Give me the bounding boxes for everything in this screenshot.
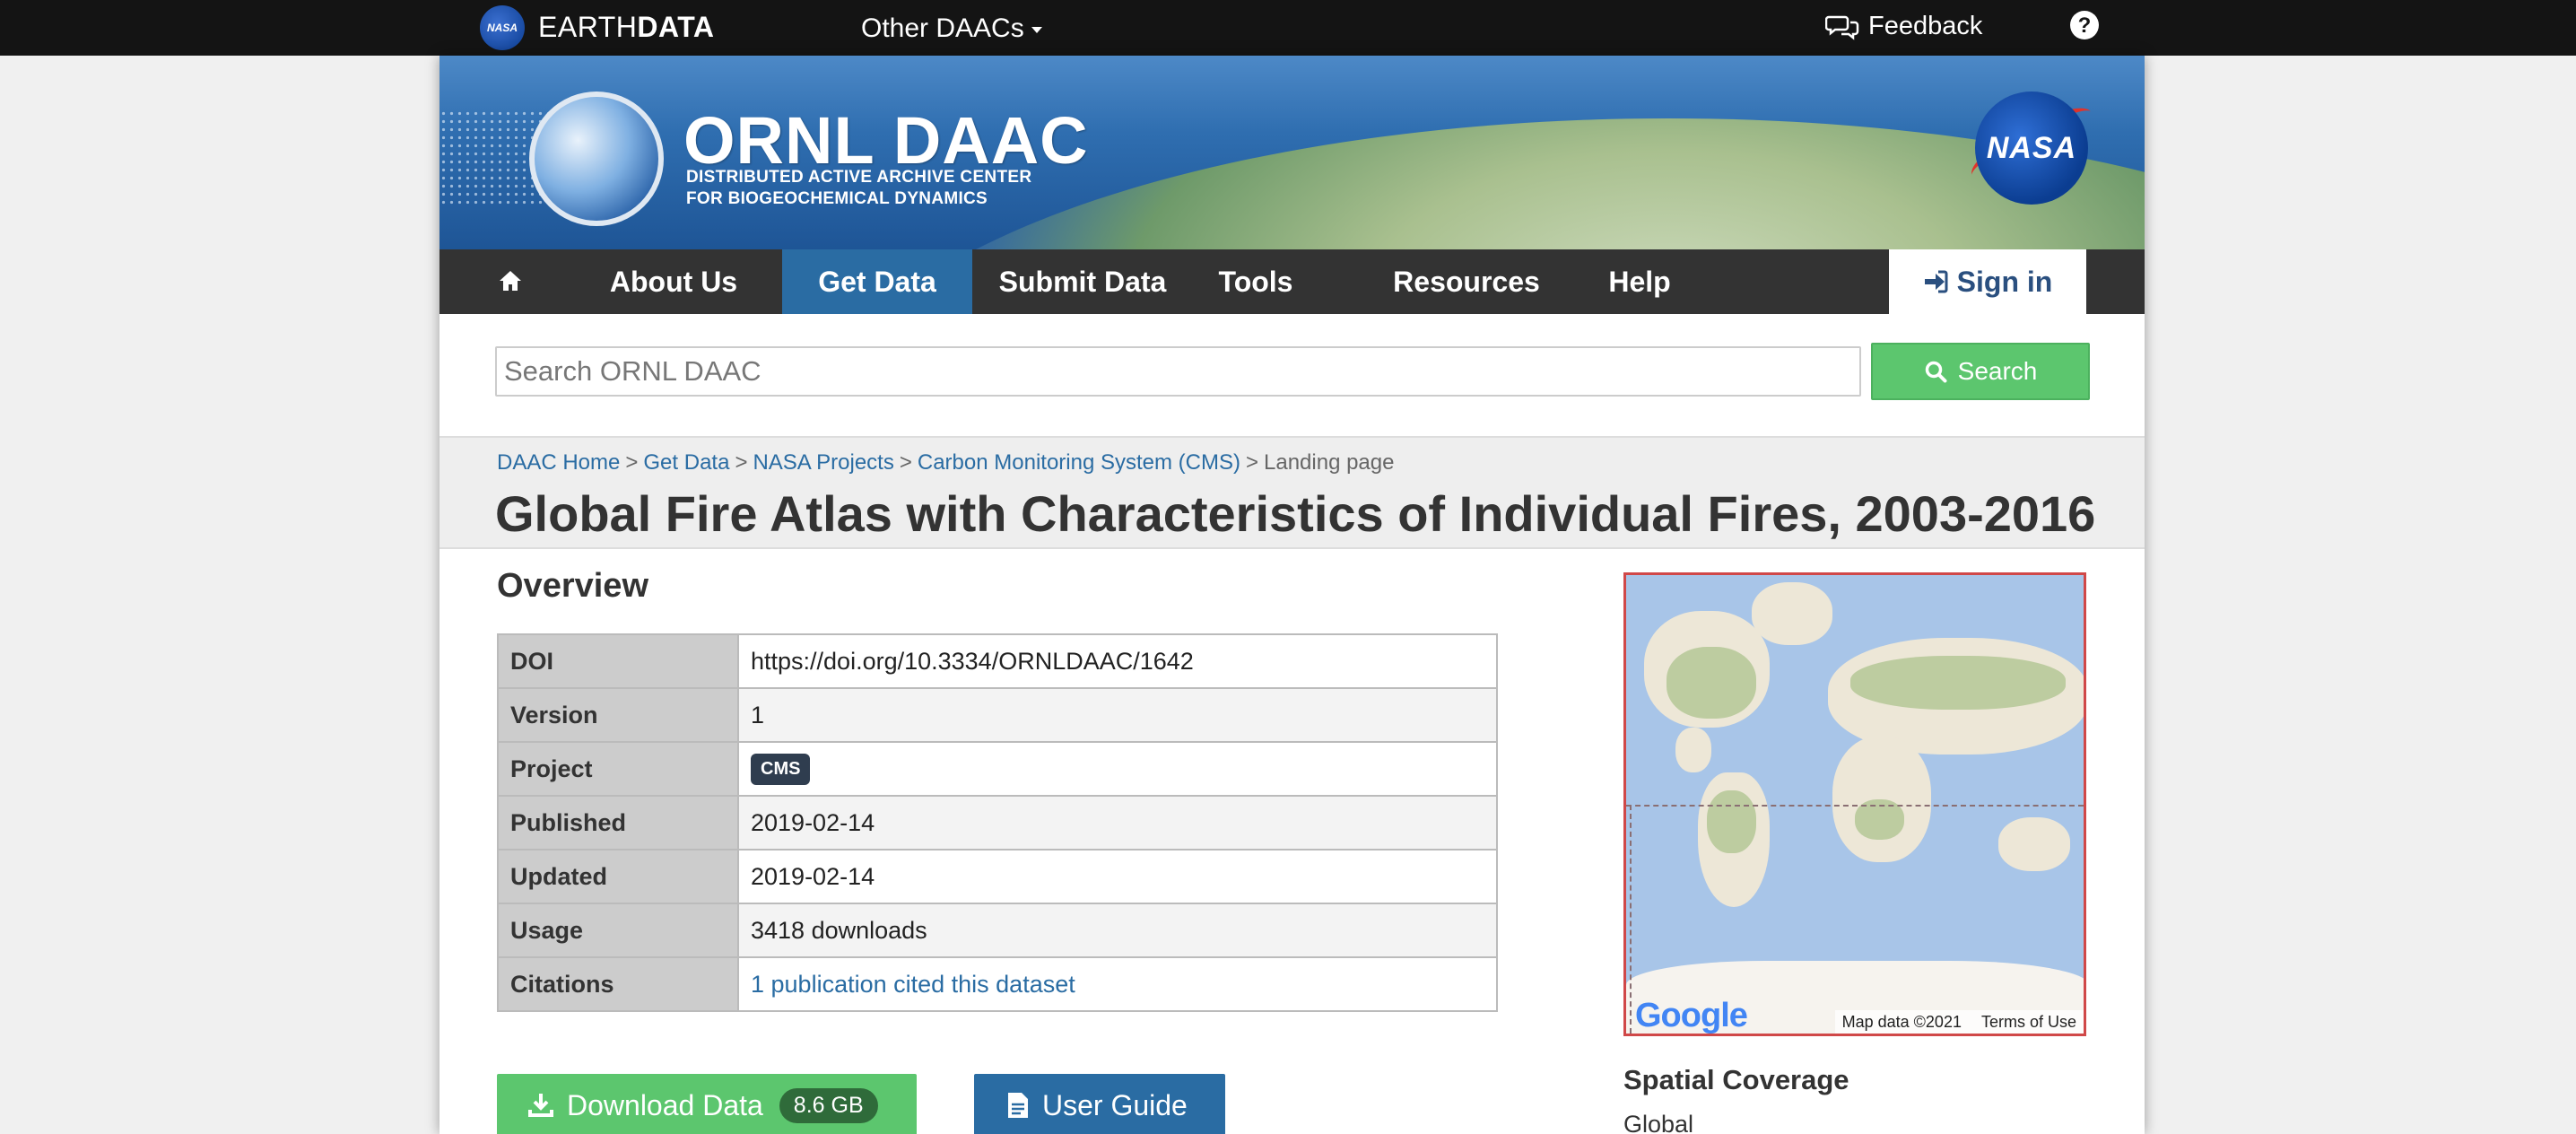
nasa-logo-icon[interactable]: NASA — [480, 5, 525, 50]
overview-table: DOI https://doi.org/10.3334/ORNLDAAC/1642… — [497, 633, 1498, 1012]
other-daacs-dropdown[interactable]: Other DAACs — [861, 13, 1042, 44]
doi-value: https://doi.org/10.3334/ORNLDAAC/1642 — [737, 633, 1498, 689]
row-label: DOI — [497, 633, 739, 689]
citations-link[interactable]: 1 publication cited this dataset — [751, 971, 1075, 998]
google-logo: Google — [1635, 997, 1748, 1034]
google-wordmark: Google — [1635, 997, 1748, 1034]
map-veg-north-america — [1667, 647, 1756, 719]
spatial-coverage-heading: Spatial Coverage — [1623, 1064, 1849, 1095]
page-container: ORNL DAAC DISTRIBUTED ACTIVE ARCHIVE CEN… — [439, 56, 2145, 1134]
nav-resources[interactable]: Resources — [1381, 249, 1552, 314]
nasa-meatball-logo[interactable]: NASA — [1975, 92, 2088, 205]
download-label: Download Data — [567, 1088, 763, 1121]
table-row: Citations 1 publication cited this datase… — [497, 956, 1498, 1012]
coverage-boundary-line — [1626, 805, 2084, 807]
sign-in-label: Sign in — [1956, 265, 2053, 298]
other-daacs-label: Other DAACs — [861, 13, 1024, 43]
published-value: 2019-02-14 — [737, 795, 1498, 850]
earthdata-topbar: NASA EARTHDATA Other DAACs Feedback ? — [0, 0, 2576, 56]
breadcrumb-current: Landing page — [1264, 450, 1395, 475]
search-button-label: Search — [1957, 357, 2038, 385]
search-icon — [1925, 361, 1947, 383]
project-cell: CMS — [737, 741, 1498, 797]
nav-tools[interactable]: Tools — [1202, 249, 1310, 314]
nav-submit-data[interactable]: Submit Data — [978, 249, 1188, 314]
ornl-banner: ORNL DAAC DISTRIBUTED ACTIVE ARCHIVE CEN… — [439, 56, 2145, 249]
breadcrumb-separator: > — [625, 450, 639, 475]
overview-heading: Overview — [497, 567, 648, 605]
nav-about-us[interactable]: About Us — [580, 249, 767, 314]
table-row: Published 2019-02-14 — [497, 795, 1498, 850]
citations-cell: 1 publication cited this dataset — [737, 956, 1498, 1012]
feedback-link[interactable]: Feedback — [1825, 12, 1982, 41]
earthdata-brand[interactable]: EARTHDATA — [538, 11, 715, 44]
chat-bubbles-icon — [1825, 15, 1859, 40]
help-icon[interactable]: ? — [2070, 11, 2099, 39]
spatial-coverage-value: Global — [1623, 1111, 1694, 1134]
title-band: DAAC Home > Get Data > NASA Projects > Carbon … — [439, 436, 2145, 549]
table-row: DOI https://doi.org/10.3334/ORNLDAAC/1642 — [497, 633, 1498, 689]
home-icon[interactable] — [498, 269, 523, 292]
updated-value: 2019-02-14 — [737, 849, 1498, 904]
row-label: Citations — [497, 956, 739, 1012]
map-veg-south-america — [1707, 790, 1756, 853]
download-icon — [528, 1094, 553, 1117]
nasa-logo-text: NASA — [486, 22, 518, 34]
row-label: Published — [497, 795, 739, 850]
search-button[interactable]: Search — [1871, 343, 2090, 400]
table-row: Updated 2019-02-14 — [497, 849, 1498, 904]
map-attribution: Map data ©2021 Terms of Use — [1834, 1010, 2084, 1034]
feedback-label: Feedback — [1868, 12, 1983, 40]
version-value: 1 — [737, 687, 1498, 743]
user-guide-label: User Guide — [1042, 1088, 1188, 1121]
subtitle-line1: DISTRIBUTED ACTIVE ARCHIVE CENTER — [686, 168, 1032, 187]
sign-in-button[interactable]: Sign in — [1889, 249, 2086, 314]
main-nav: About Us Get Data Submit Data Tools Reso… — [439, 249, 2145, 314]
row-label: Updated — [497, 849, 739, 904]
search-input[interactable] — [495, 346, 1861, 397]
breadcrumb-get-data[interactable]: Get Data — [643, 450, 729, 475]
download-size-badge: 8.6 GB — [779, 1087, 878, 1123]
map-data-label: Map data ©2021 — [1841, 1012, 1962, 1031]
user-guide-button[interactable]: User Guide — [974, 1074, 1225, 1134]
daac-logo-title[interactable]: ORNL DAAC — [683, 108, 1089, 174]
spatial-coverage-map[interactable]: Google Map data ©2021 Terms of Use — [1623, 572, 2086, 1036]
page-title: Global Fire Atlas with Characteristics o… — [495, 485, 2096, 542]
breadcrumb-daac-home[interactable]: DAAC Home — [497, 450, 620, 475]
usage-value: 3418 downloads — [737, 903, 1498, 958]
sign-in-icon — [1924, 270, 1948, 293]
breadcrumb-nasa-projects[interactable]: NASA Projects — [753, 450, 893, 475]
download-data-button[interactable]: Download Data 8.6 GB — [497, 1074, 917, 1134]
nasa-logo-label: NASA — [1986, 130, 2077, 165]
daac-logo-subtitle: DISTRIBUTED ACTIVE ARCHIVE CENTER FOR BI… — [686, 167, 1031, 210]
breadcrumb-cms[interactable]: Carbon Monitoring System (CMS) — [918, 450, 1240, 475]
row-label: Usage — [497, 903, 739, 958]
caret-down-icon — [1031, 26, 1042, 33]
nav-help[interactable]: Help — [1597, 249, 1683, 314]
document-icon — [1008, 1093, 1028, 1118]
map-land-australia — [1998, 817, 2070, 871]
terms-of-use-link[interactable]: Terms of Use — [1981, 1013, 2076, 1032]
breadcrumb: DAAC Home > Get Data > NASA Projects > Carbon … — [497, 450, 1394, 475]
map-land-greenland — [1752, 582, 1832, 645]
map-veg-eurasia — [1850, 656, 2066, 710]
table-row: Version 1 — [497, 687, 1498, 743]
nav-get-data[interactable]: Get Data — [782, 249, 972, 314]
daac-globe-icon — [529, 92, 664, 226]
project-badge[interactable]: CMS — [751, 754, 811, 785]
row-label: Project — [497, 741, 739, 797]
table-row: Usage 3418 downloads — [497, 903, 1498, 958]
map-land-central-america — [1675, 728, 1711, 772]
subtitle-line2: FOR BIOGEOCHEMICAL DYNAMICS — [686, 189, 988, 208]
breadcrumb-separator: > — [899, 450, 912, 475]
brand-light: EARTH — [538, 11, 638, 43]
row-label: Version — [497, 687, 739, 743]
breadcrumb-separator: > — [1245, 450, 1258, 475]
coverage-boundary-line — [1630, 805, 1632, 1034]
breadcrumb-separator: > — [735, 450, 748, 475]
table-row: Project CMS — [497, 741, 1498, 797]
brand-bold: DATA — [637, 11, 715, 43]
